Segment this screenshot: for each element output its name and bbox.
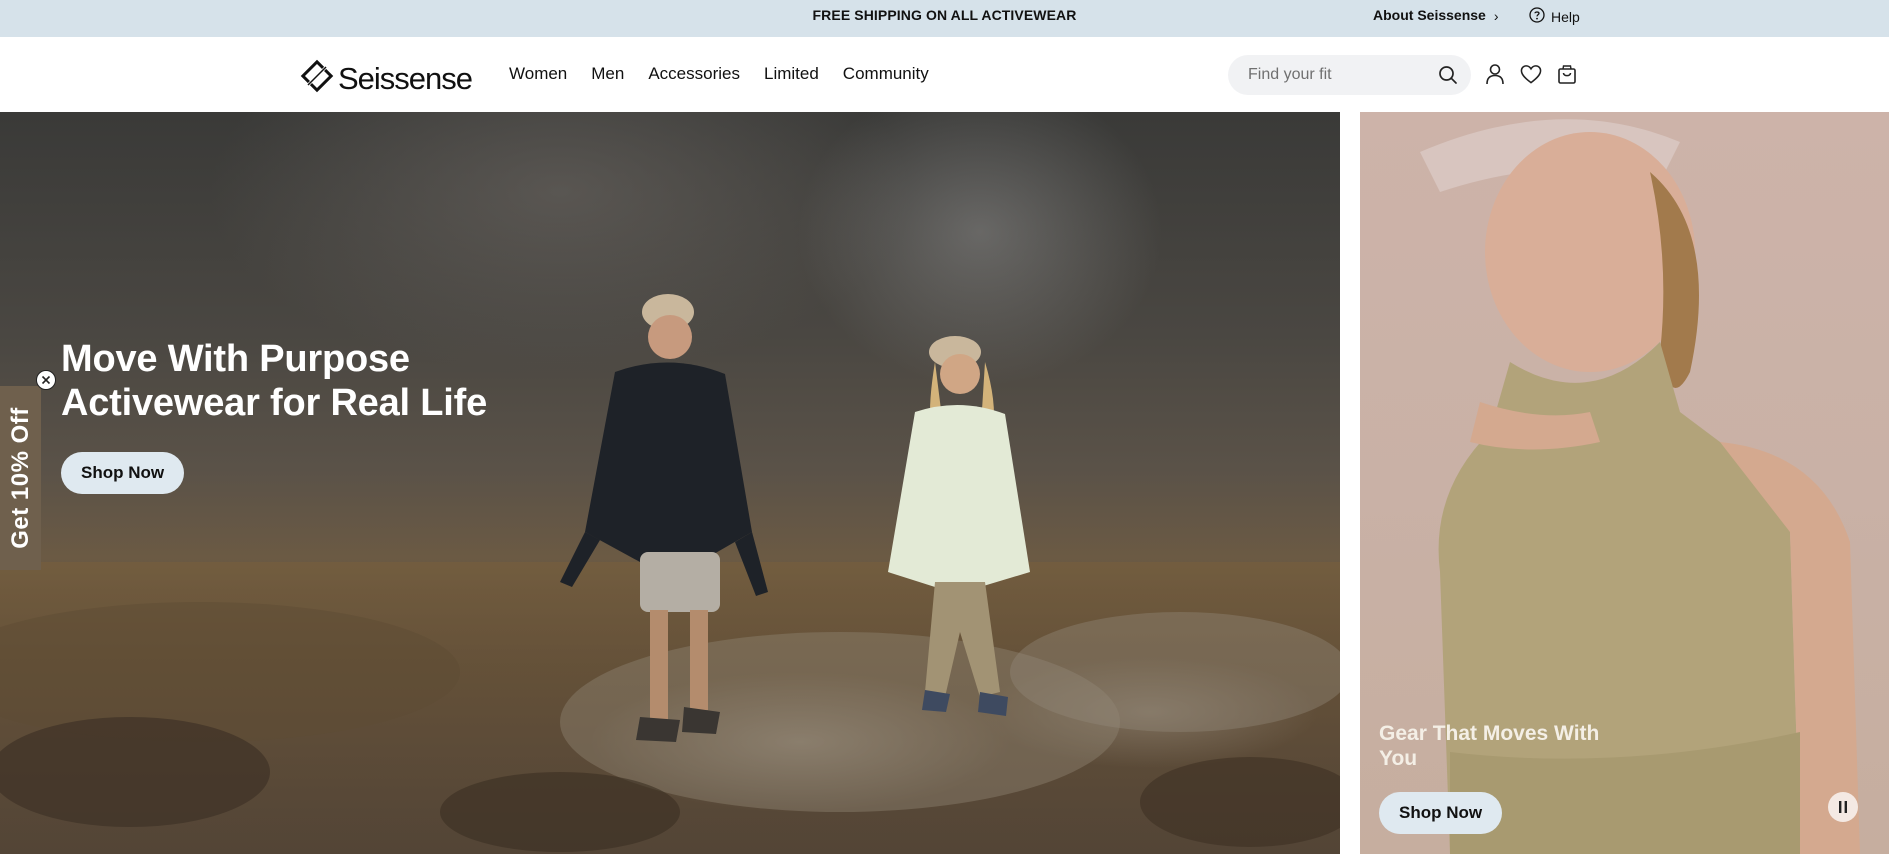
nav-item-women[interactable]: Women [509, 64, 567, 84]
hero-headline: Move With Purpose Activewear for Real Li… [61, 337, 661, 425]
bag-icon[interactable] [1556, 63, 1578, 85]
free-shipping-promo: FREE SHIPPING ON ALL ACTIVEWEAR [812, 7, 1077, 23]
side-banner-caption: Gear That Moves With You [1379, 722, 1600, 770]
discount-tab-label: Get 10% Off [6, 407, 34, 549]
pause-icon [1839, 801, 1847, 813]
hikers-illustration [0, 294, 1340, 852]
help-label: Help [1551, 8, 1580, 25]
header-actions [1484, 63, 1578, 85]
about-link[interactable]: About Seissense › [1373, 7, 1499, 24]
nav-item-accessories[interactable]: Accessories [648, 64, 740, 84]
chevron-right-icon: › [1493, 8, 1499, 24]
site-header: Seissense Women Men Accessories Limited … [0, 37, 1889, 112]
carousel-pause-button[interactable] [1828, 792, 1858, 822]
nav-item-men[interactable]: Men [591, 64, 624, 84]
brand-logo[interactable]: Seissense [300, 59, 473, 98]
hero-banner-side: Gear That Moves With You Shop Now [1360, 112, 1889, 854]
discount-tab-close-button[interactable] [36, 370, 56, 390]
hero-headline-line2: Activewear for Real Life [61, 382, 488, 424]
nav-item-limited[interactable]: Limited [764, 64, 819, 84]
announcement-bar: FREE SHIPPING ON ALL ACTIVEWEAR About Se… [0, 0, 1889, 37]
logo-diamond-icon [300, 59, 334, 98]
help-link[interactable]: Help [1529, 7, 1580, 26]
main-nav: Women Men Accessories Limited Community [509, 64, 929, 84]
search-icon[interactable] [1438, 65, 1458, 90]
close-icon [41, 375, 51, 385]
hero-headline-line1: Move With Purpose [61, 338, 410, 380]
hero-banner-main: Move With Purpose Activewear for Real Li… [0, 112, 1340, 854]
hero-shop-now-button[interactable]: Shop Now [61, 452, 185, 494]
search-input[interactable] [1248, 55, 1428, 95]
heart-icon[interactable] [1520, 63, 1542, 85]
search-bar [1228, 55, 1471, 95]
about-label: About Seissense [1373, 7, 1486, 23]
brand-wordmark: Seissense [338, 60, 473, 96]
side-shop-now-button[interactable]: Shop Now [1379, 792, 1503, 834]
nav-item-community[interactable]: Community [843, 64, 929, 84]
help-icon [1529, 7, 1545, 26]
discount-side-tab[interactable]: Get 10% Off [0, 386, 41, 570]
account-icon[interactable] [1484, 63, 1506, 85]
